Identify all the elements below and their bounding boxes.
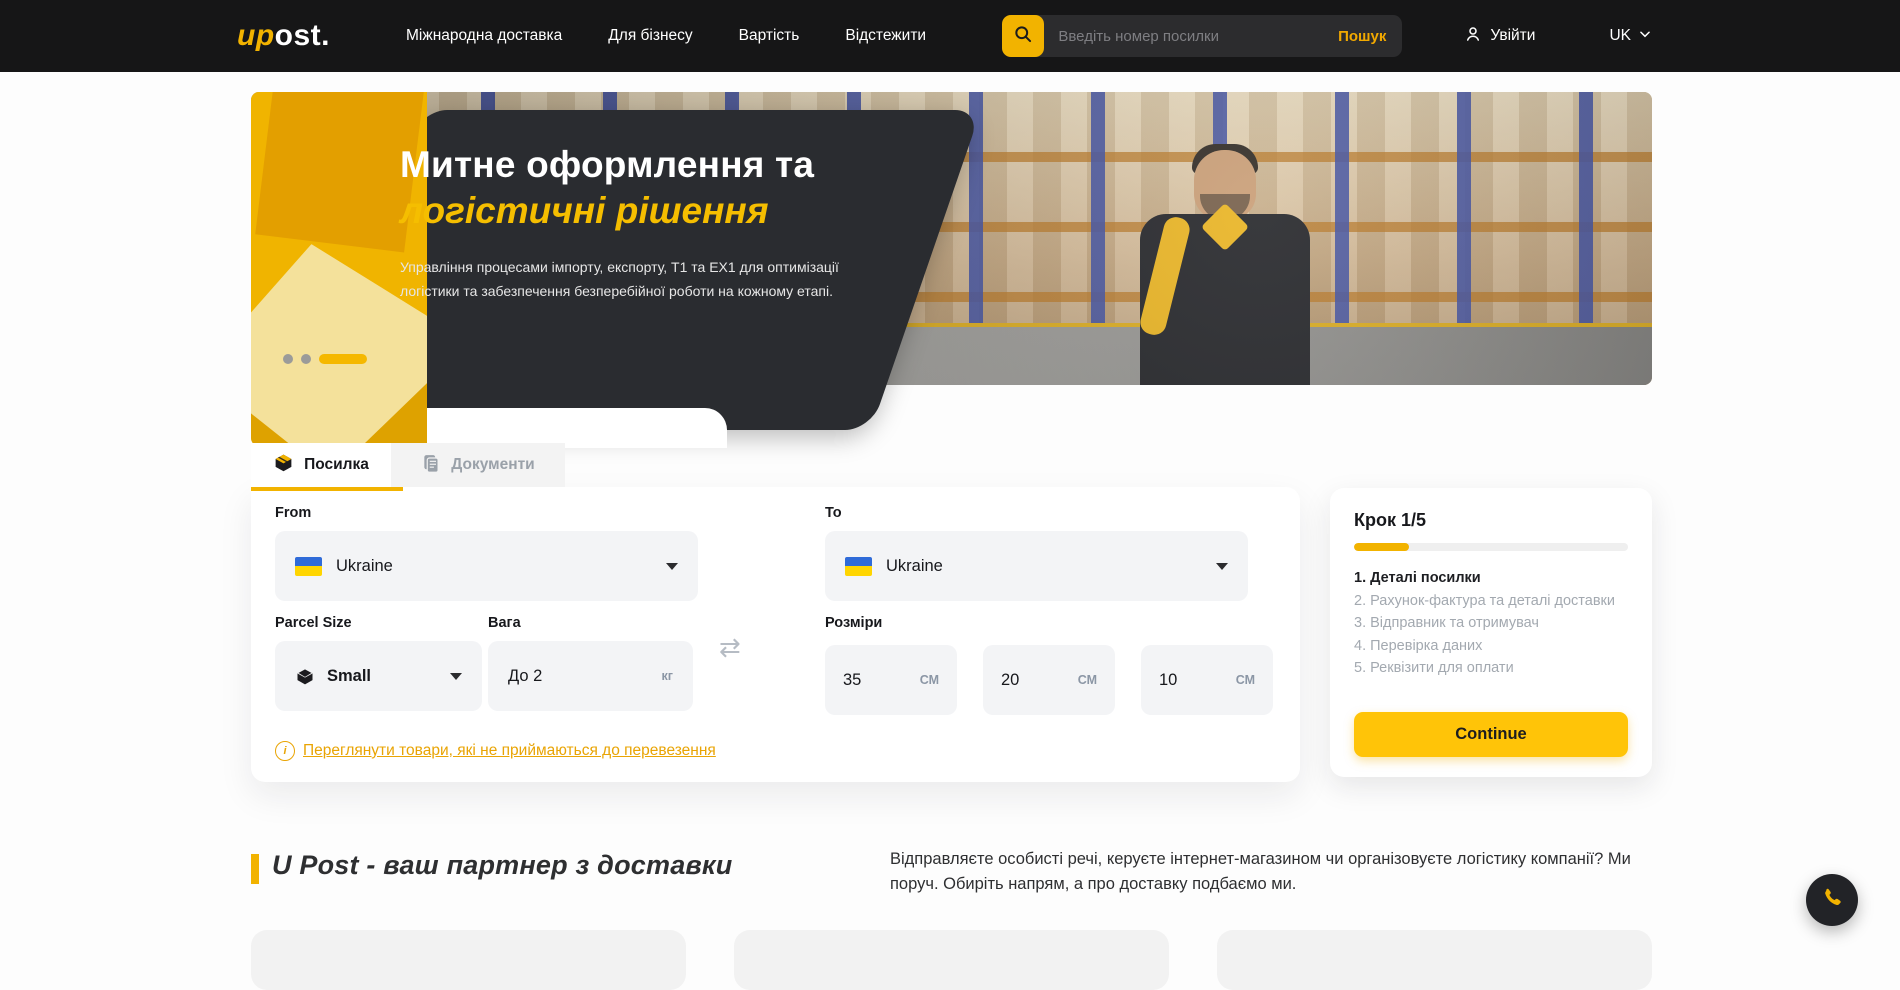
to-country-select[interactable]: Ukraine bbox=[825, 531, 1248, 601]
heading-accent-bar bbox=[251, 854, 259, 884]
parcel-size-value: Small bbox=[327, 667, 371, 686]
parcel-form-card: From Ukraine ⇄ To Ukraine Parcel Size Sm… bbox=[251, 487, 1300, 782]
nav-item-pricing[interactable]: Вартість bbox=[739, 27, 800, 45]
progress-fill bbox=[1354, 543, 1409, 551]
tab-parcel[interactable]: Посилка bbox=[251, 443, 391, 487]
chevron-down-icon bbox=[1638, 27, 1652, 46]
search-submit[interactable]: Пошук bbox=[1322, 28, 1402, 45]
step-1: 1. Деталі посилки bbox=[1354, 567, 1628, 590]
step-4: 4. Перевірка даних bbox=[1354, 635, 1628, 658]
to-country-value: Ukraine bbox=[886, 557, 943, 576]
active-tab-underline bbox=[251, 487, 403, 491]
tab-documents[interactable]: Документи bbox=[391, 443, 565, 487]
dimension-width-value: 20 bbox=[1001, 671, 1019, 690]
restricted-items-link[interactable]: i Переглянути товари, які не приймаються… bbox=[275, 741, 716, 761]
dimension-length-input[interactable]: 35 СМ bbox=[825, 645, 957, 715]
ukraine-flag-icon bbox=[845, 557, 872, 576]
slider-dot-3-active[interactable] bbox=[319, 354, 367, 364]
hero-description: Управління процесами імпорту, експорту, … bbox=[400, 256, 840, 304]
step-5: 5. Реквізити для оплати bbox=[1354, 657, 1628, 680]
phone-fab[interactable] bbox=[1806, 874, 1858, 926]
person-icon bbox=[1464, 25, 1482, 48]
section-paragraph: Відправляєте особисті речі, керуєте інте… bbox=[890, 847, 1652, 897]
weight-value: До 2 bbox=[508, 667, 542, 686]
from-label: From bbox=[275, 505, 311, 521]
nav-items: Міжнародна доставка Для бізнесу Вартість… bbox=[406, 27, 926, 45]
slider-dot-1[interactable] bbox=[283, 354, 293, 364]
hero-banner: Митне оформлення та логістичні рішення У… bbox=[251, 92, 1652, 385]
language-selector[interactable]: UK bbox=[1609, 27, 1652, 46]
progress-track bbox=[1354, 543, 1628, 551]
dimension-height-value: 10 bbox=[1159, 671, 1177, 690]
tracking-search: Пошук bbox=[1002, 15, 1402, 57]
logo[interactable]: upost. bbox=[237, 19, 330, 53]
weight-input[interactable]: До 2 кг bbox=[488, 641, 693, 711]
hero-copy: Митне оформлення та логістичні рішення У… bbox=[400, 142, 840, 304]
package-box-icon bbox=[273, 452, 294, 478]
from-country-select[interactable]: Ukraine bbox=[275, 531, 698, 601]
info-icon: i bbox=[275, 741, 295, 761]
steps-panel: Крок 1/5 1. Деталі посилки 2. Рахунок-фа… bbox=[1330, 488, 1652, 777]
login-button[interactable]: Увійти bbox=[1464, 25, 1535, 48]
nav-item-track[interactable]: Відстежити bbox=[845, 27, 926, 45]
phone-icon bbox=[1820, 886, 1844, 915]
section-heading: U Post - ваш партнер з доставки bbox=[272, 850, 733, 881]
weight-label: Вага bbox=[488, 615, 521, 631]
tab-parcel-label: Посилка bbox=[304, 456, 369, 474]
hero-title-line1: Митне оформлення та bbox=[400, 142, 840, 188]
nav-item-international[interactable]: Міжнародна доставка bbox=[406, 27, 562, 45]
weight-unit: кг bbox=[662, 669, 673, 683]
direction-card-1[interactable] bbox=[251, 930, 686, 990]
page: upost. Міжнародна доставка Для бізнесу В… bbox=[0, 0, 1900, 939]
caret-down-icon bbox=[1216, 563, 1228, 570]
direction-cards bbox=[251, 930, 1652, 990]
caret-down-icon bbox=[450, 673, 462, 680]
navbar: upost. Міжнародна доставка Для бізнесу В… bbox=[0, 0, 1900, 72]
dimension-width-input[interactable]: 20 СМ bbox=[983, 645, 1115, 715]
parcel-size-icon bbox=[295, 666, 315, 686]
parcel-size-select[interactable]: Small bbox=[275, 641, 482, 711]
slider-dot-2[interactable] bbox=[301, 354, 311, 364]
search-icon bbox=[1013, 24, 1033, 49]
step-2: 2. Рахунок-фактура та деталі доставки bbox=[1354, 590, 1628, 613]
ukraine-flag-icon bbox=[295, 557, 322, 576]
dimensions-row: 35 СМ 20 СМ 10 СМ bbox=[825, 645, 1273, 715]
login-label: Увійти bbox=[1490, 27, 1535, 45]
dimension-unit: СМ bbox=[1236, 673, 1255, 687]
parcel-size-label: Parcel Size bbox=[275, 615, 352, 631]
shipment-type-tabs: Посилка Документи bbox=[251, 443, 565, 487]
language-value: UK bbox=[1609, 27, 1631, 45]
search-button[interactable] bbox=[1002, 15, 1044, 57]
logo-suffix: ost. bbox=[275, 19, 330, 53]
tabs-platform bbox=[427, 408, 727, 448]
logo-prefix: up bbox=[237, 19, 275, 53]
nav-item-business[interactable]: Для бізнесу bbox=[608, 27, 692, 45]
steps-title: Крок 1/5 bbox=[1354, 510, 1628, 531]
hero-title-line2: логістичні рішення bbox=[400, 188, 840, 234]
direction-card-2[interactable] bbox=[734, 930, 1169, 990]
dimensions-label: Розміри bbox=[825, 615, 882, 631]
step-3: 3. Відправник та отримувач bbox=[1354, 612, 1628, 635]
document-icon bbox=[421, 453, 441, 478]
slider-dots bbox=[283, 354, 367, 364]
dimension-unit: СМ bbox=[1078, 673, 1097, 687]
to-label: To bbox=[825, 505, 842, 521]
dimension-length-value: 35 bbox=[843, 671, 861, 690]
tab-documents-label: Документи bbox=[451, 456, 534, 474]
swap-countries-button[interactable]: ⇄ bbox=[719, 632, 741, 663]
dimension-height-input[interactable]: 10 СМ bbox=[1141, 645, 1273, 715]
continue-button[interactable]: Continue bbox=[1354, 712, 1628, 757]
restricted-items-link-text[interactable]: Переглянути товари, які не приймаються д… bbox=[303, 742, 716, 760]
direction-card-3[interactable] bbox=[1217, 930, 1652, 990]
caret-down-icon bbox=[666, 563, 678, 570]
search-input[interactable] bbox=[1056, 27, 1322, 46]
steps-list: 1. Деталі посилки 2. Рахунок-фактура та … bbox=[1354, 567, 1628, 680]
dimension-unit: СМ bbox=[920, 673, 939, 687]
from-country-value: Ukraine bbox=[336, 557, 393, 576]
